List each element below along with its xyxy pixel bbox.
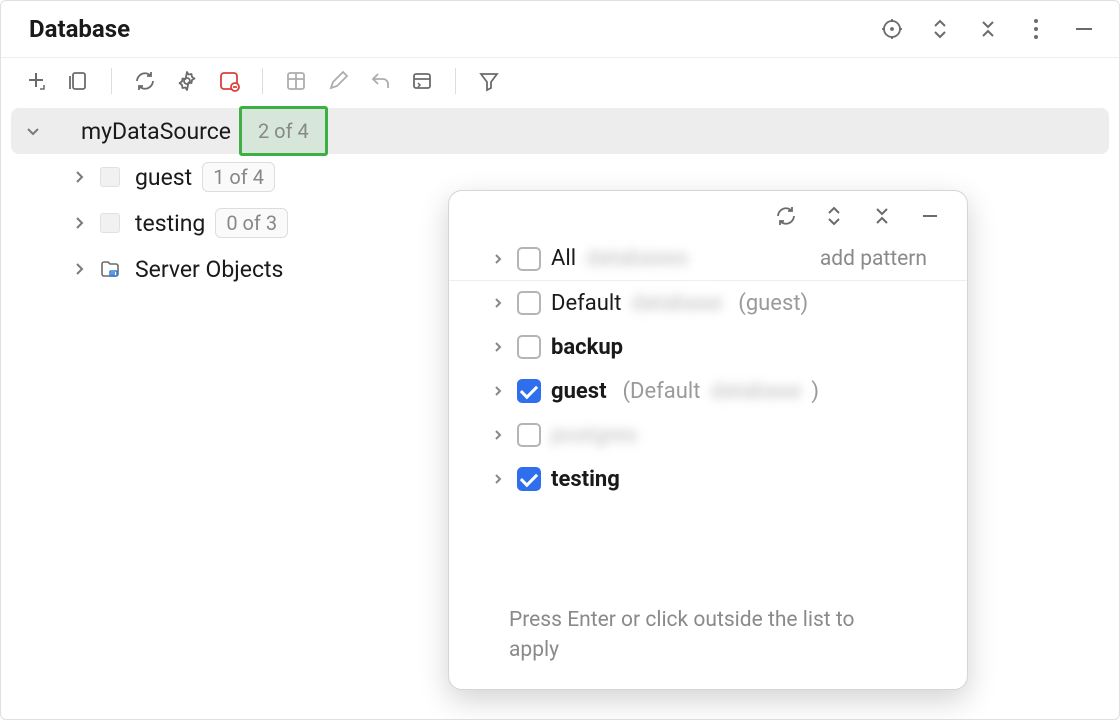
- table-icon[interactable]: [283, 68, 309, 94]
- blurred-text: database: [631, 291, 722, 316]
- chevron-right-icon[interactable]: [489, 250, 507, 268]
- tree-item-label: testing: [135, 210, 205, 237]
- tree-datasource-row[interactable]: myDataSource 2 of 4: [11, 108, 1109, 154]
- checkbox-backup[interactable]: [517, 335, 541, 359]
- popup-all-label: All: [551, 246, 576, 271]
- chevron-right-icon[interactable]: [489, 470, 507, 488]
- add-icon[interactable]: [23, 68, 49, 94]
- popup-row-testing[interactable]: testing: [449, 457, 967, 501]
- popup-row-blurred[interactable]: postgres: [449, 413, 967, 457]
- edit-icon[interactable]: [325, 68, 351, 94]
- popup-item-label: testing: [551, 467, 620, 492]
- panel-header: Database: [1, 1, 1119, 58]
- tree-item-badge[interactable]: 0 of 3: [215, 208, 288, 238]
- blurred-text: database: [710, 379, 801, 404]
- jump-icon[interactable]: [367, 68, 393, 94]
- duplicate-icon[interactable]: [65, 68, 91, 94]
- chevron-right-icon[interactable]: [69, 259, 89, 279]
- checkbox-all[interactable]: [517, 247, 541, 271]
- popup-item-suffix-open: (Default: [623, 379, 701, 404]
- add-pattern-link[interactable]: add pattern: [820, 247, 927, 271]
- chevron-right-icon[interactable]: [489, 338, 507, 356]
- chevron-down-icon[interactable]: [23, 121, 43, 141]
- more-icon[interactable]: [1023, 16, 1049, 42]
- popup-header: [449, 191, 967, 237]
- tree-item-label: Server Objects: [135, 256, 283, 283]
- database-icon: [99, 212, 121, 234]
- chevron-right-icon[interactable]: [69, 213, 89, 233]
- refresh-icon[interactable]: [773, 203, 799, 229]
- checkbox-guest[interactable]: [517, 379, 541, 403]
- checkbox-testing[interactable]: [517, 467, 541, 491]
- popup-list: All databases add pattern Default databa…: [449, 237, 967, 590]
- panel-title: Database: [29, 15, 130, 43]
- database-icon: [99, 166, 121, 188]
- toolbar: [1, 58, 1119, 104]
- popup-row-guest[interactable]: guest (Default database ): [449, 369, 967, 413]
- expand-collapse-icon[interactable]: [821, 203, 847, 229]
- collapse-all-icon[interactable]: [869, 203, 895, 229]
- chevron-right-icon[interactable]: [69, 167, 89, 187]
- schema-selector-popup: All databases add pattern Default databa…: [448, 190, 968, 690]
- tree-item-badge[interactable]: 1 of 4: [202, 162, 275, 192]
- target-icon[interactable]: [879, 16, 905, 42]
- popup-row-all[interactable]: All databases add pattern: [449, 237, 967, 281]
- folder-icon: [99, 258, 121, 280]
- header-actions: [879, 16, 1097, 42]
- minimize-icon[interactable]: [1071, 16, 1097, 42]
- chevron-right-icon[interactable]: [489, 294, 507, 312]
- popup-row-default[interactable]: Default database (guest): [449, 281, 967, 325]
- toolbar-separator: [262, 68, 263, 94]
- popup-item-label: guest: [551, 379, 607, 404]
- collapse-all-icon[interactable]: [975, 16, 1001, 42]
- tree-item-label: guest: [135, 164, 192, 191]
- popup-default-suffix: (guest): [738, 291, 808, 316]
- popup-default-label: Default: [551, 291, 621, 316]
- console-icon[interactable]: [409, 68, 435, 94]
- toolbar-separator: [111, 68, 112, 94]
- popup-item-label: postgres: [551, 423, 637, 448]
- popup-item-label: backup: [551, 335, 623, 360]
- popup-item-suffix-close: ): [811, 379, 819, 404]
- datasource-count-badge[interactable]: 2 of 4: [239, 106, 328, 156]
- chevron-right-icon[interactable]: [489, 426, 507, 444]
- checkbox-item[interactable]: [517, 423, 541, 447]
- toolbar-separator: [455, 68, 456, 94]
- checkbox-default[interactable]: [517, 291, 541, 315]
- minimize-icon[interactable]: [917, 203, 943, 229]
- settings-icon[interactable]: [174, 68, 200, 94]
- refresh-icon[interactable]: [132, 68, 158, 94]
- tree-datasource-label: myDataSource: [81, 118, 231, 145]
- popup-row-backup[interactable]: backup: [449, 325, 967, 369]
- chevron-right-icon[interactable]: [489, 382, 507, 400]
- stop-icon[interactable]: [216, 68, 242, 94]
- filter-icon[interactable]: [476, 68, 502, 94]
- expand-collapse-icon[interactable]: [927, 16, 953, 42]
- popup-footer-hint: Press Enter or click outside the list to…: [449, 590, 967, 689]
- blurred-text: databases: [586, 246, 688, 271]
